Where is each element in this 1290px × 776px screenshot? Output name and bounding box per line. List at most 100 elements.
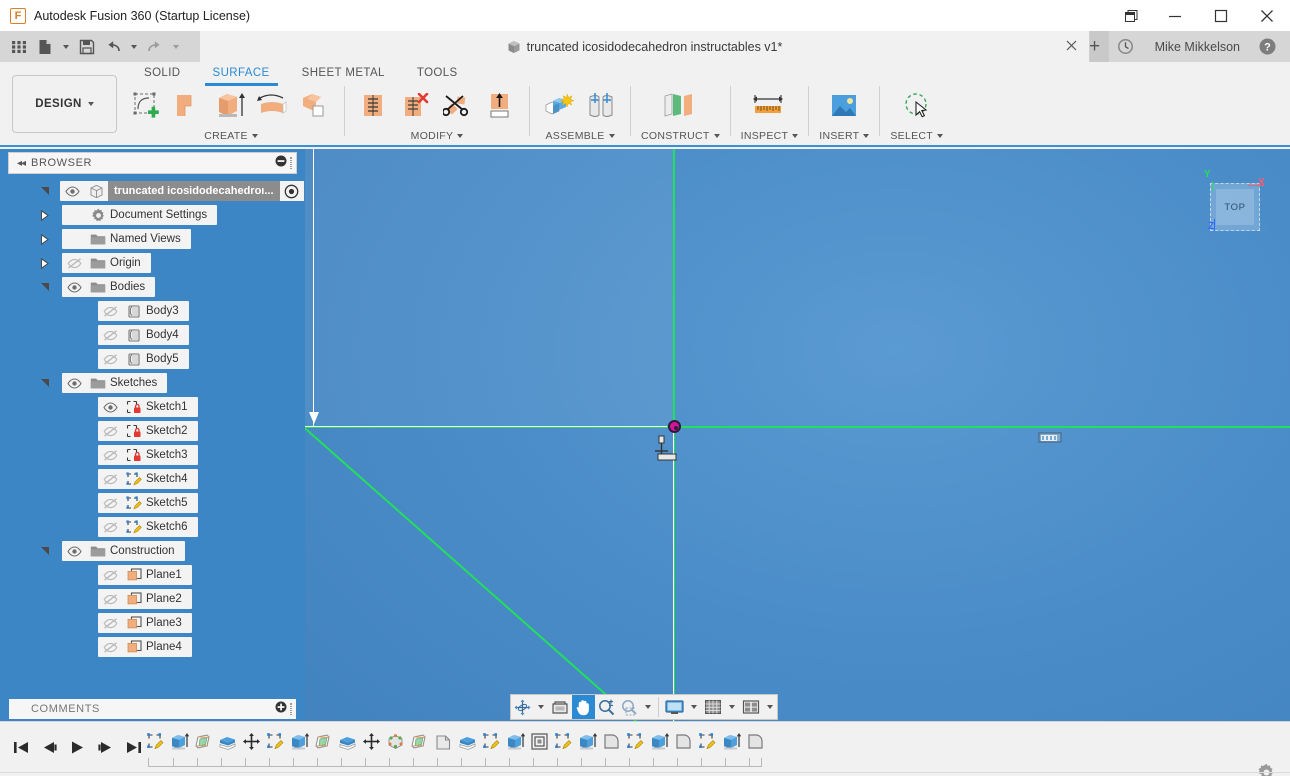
ribbon-group-modify-label[interactable]: MODIFY <box>411 128 464 144</box>
timeline-feature-7[interactable] <box>311 731 335 757</box>
eye-hidden-icon[interactable] <box>98 589 122 609</box>
tree-item-sketch4[interactable]: Sketch4 <box>0 467 305 491</box>
timeline-feature-22[interactable] <box>671 731 695 757</box>
eye-hidden-icon[interactable] <box>98 469 122 489</box>
new-component-icon[interactable] <box>540 86 578 126</box>
tree-item-plane1[interactable]: Plane1 <box>0 563 305 587</box>
tree-item-sketch5[interactable]: Sketch5 <box>0 491 305 515</box>
activate-component-icon[interactable] <box>280 181 304 201</box>
ribbon-group-construct-label[interactable]: CONSTRUCT <box>641 128 720 144</box>
tree-item-sketch1[interactable]: Sketch1 <box>0 395 305 419</box>
maximize-icon[interactable] <box>1198 0 1244 31</box>
comments-panel-header[interactable]: COMMENTS <box>8 698 297 720</box>
eye-visible-icon[interactable] <box>62 541 86 561</box>
eye-visible-icon[interactable] <box>98 397 122 417</box>
redo-icon[interactable] <box>142 34 168 60</box>
user-name[interactable]: Mike Mikkelson <box>1143 40 1252 54</box>
extend-icon[interactable] <box>481 86 519 126</box>
tree-item-plane4[interactable]: Plane4 <box>0 635 305 659</box>
tree-item-construction[interactable]: Construction <box>0 539 305 563</box>
double-arrow-left-icon[interactable]: ◂◂ <box>9 158 31 169</box>
timeline-feature-21[interactable] <box>647 731 671 757</box>
tree-item-sketch2[interactable]: Sketch2 <box>0 419 305 443</box>
timeline-feature-12[interactable] <box>431 731 455 757</box>
origin-point-icon[interactable] <box>668 420 681 433</box>
redo-caret-icon[interactable] <box>168 34 184 60</box>
zoom-window-caret-icon[interactable] <box>641 695 655 719</box>
timeline-feature-8[interactable] <box>335 731 359 757</box>
timeline-feature-23[interactable] <box>695 731 719 757</box>
timeline-feature-11[interactable] <box>407 731 431 757</box>
timeline-feature-1[interactable] <box>167 731 191 757</box>
look-at-icon[interactable] <box>548 695 572 719</box>
tree-item-plane2[interactable]: Plane2 <box>0 587 305 611</box>
step-forward-icon[interactable] <box>92 734 118 760</box>
timeline-feature-6[interactable] <box>287 731 311 757</box>
eye-hidden-icon[interactable] <box>98 517 122 537</box>
gear-icon[interactable] <box>1257 763 1276 776</box>
twisty-collapsed-icon[interactable] <box>38 203 52 227</box>
zoom-window-icon[interactable] <box>618 695 641 719</box>
tab-tools[interactable]: TOOLS <box>401 62 474 84</box>
grip-icon[interactable] <box>290 157 292 169</box>
timeline-feature-15[interactable] <box>503 731 527 757</box>
tree-item-sketches[interactable]: Sketches <box>0 371 305 395</box>
save-icon[interactable] <box>74 34 100 60</box>
ribbon-group-inspect-label[interactable]: INSPECT <box>741 128 799 144</box>
workspace-selector[interactable]: DESIGN <box>12 75 117 133</box>
tree-item-origin[interactable]: Origin <box>0 251 305 275</box>
tab-sheet-metal[interactable]: SHEET METAL <box>286 62 401 84</box>
timeline-feature-3[interactable] <box>215 731 239 757</box>
orbit-caret-icon[interactable] <box>534 695 548 719</box>
restore-window-icon[interactable] <box>1112 0 1152 31</box>
trim-icon[interactable] <box>439 86 477 126</box>
eye-hidden-icon[interactable] <box>98 637 122 657</box>
timeline-feature-20[interactable] <box>623 731 647 757</box>
viewport-canvas[interactable]: TOP X Y Z <box>305 149 1290 721</box>
timeline-feature-9[interactable] <box>359 731 383 757</box>
minus-circle-icon[interactable] <box>275 154 287 172</box>
patch-icon[interactable] <box>170 86 208 126</box>
ribbon-group-create-label[interactable]: CREATE <box>204 128 258 144</box>
step-back-icon[interactable] <box>36 734 62 760</box>
timeline-feature-14[interactable] <box>479 731 503 757</box>
ribbon-group-assemble-label[interactable]: ASSEMBLE <box>545 128 614 144</box>
twisty-expanded-icon[interactable] <box>38 275 52 299</box>
twisty-collapsed-icon[interactable] <box>38 227 52 251</box>
stitch-icon[interactable] <box>355 86 393 126</box>
timeline-feature-25[interactable] <box>743 731 767 757</box>
sweep-icon[interactable] <box>296 86 334 126</box>
timeline-feature-18[interactable] <box>575 731 599 757</box>
unstitch-icon[interactable] <box>397 86 435 126</box>
app-grid-icon[interactable] <box>6 34 32 60</box>
zoom-in-icon[interactable] <box>595 695 618 719</box>
grid-snaps-icon[interactable] <box>701 695 725 719</box>
eye-hidden-icon[interactable] <box>98 445 122 465</box>
twisty-expanded-icon[interactable] <box>38 539 52 563</box>
eye-hidden-icon[interactable] <box>98 613 122 633</box>
timeline-feature-19[interactable] <box>599 731 623 757</box>
measure-icon[interactable] <box>750 86 788 126</box>
timeline-feature-2[interactable] <box>191 731 215 757</box>
eye-hidden-icon[interactable] <box>98 349 122 369</box>
tab-surface[interactable]: SURFACE <box>197 62 286 84</box>
tree-item-sketch6[interactable]: Sketch6 <box>0 515 305 539</box>
tree-item-body4[interactable]: Body4 <box>0 323 305 347</box>
measure-ruler-icon[interactable] <box>1038 430 1062 449</box>
document-tab[interactable]: truncated icosidodecahedron instructable… <box>200 31 1090 62</box>
eye-visible-icon[interactable] <box>62 373 86 393</box>
eye-hidden-icon[interactable] <box>98 493 122 513</box>
timeline-feature-4[interactable] <box>239 731 263 757</box>
new-document-icon[interactable] <box>32 34 58 60</box>
display-settings-caret-icon[interactable] <box>687 695 701 719</box>
offset-plane-icon[interactable] <box>661 86 699 126</box>
orbit-icon[interactable] <box>511 695 534 719</box>
tree-item-body3[interactable]: Body3 <box>0 299 305 323</box>
tree-item-document-settings[interactable]: Document Settings <box>0 203 305 227</box>
timeline-feature-17[interactable] <box>551 731 575 757</box>
eye-hidden-icon[interactable] <box>62 253 86 273</box>
ribbon-group-insert-label[interactable]: INSERT <box>819 128 869 144</box>
viewports-icon[interactable] <box>739 695 763 719</box>
undo-icon[interactable] <box>100 34 126 60</box>
eye-visible-icon[interactable] <box>62 277 86 297</box>
